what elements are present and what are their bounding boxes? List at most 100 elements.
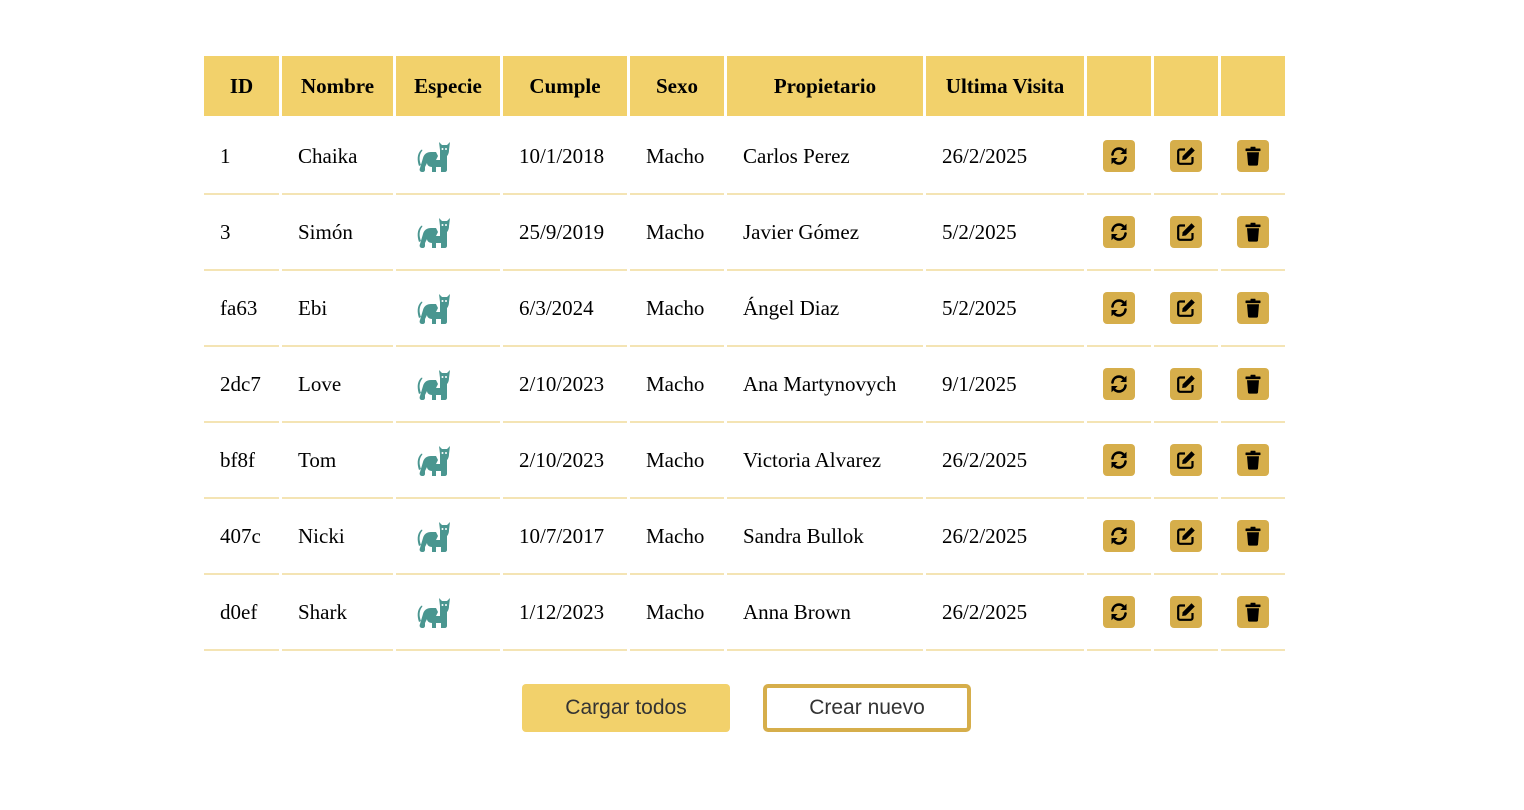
cell-ultima-visita: 26/2/2025 (926, 423, 1084, 499)
cell-action (1154, 271, 1218, 347)
edit-icon (1177, 603, 1195, 621)
cell-sexo: Macho (630, 271, 724, 347)
trash-icon (1245, 374, 1261, 394)
refresh-button[interactable] (1103, 596, 1135, 628)
header-action-delete (1221, 56, 1285, 119)
cell-action (1154, 347, 1218, 423)
cell-nombre: Shark (282, 575, 393, 651)
cell-propietario: Victoria Alvarez (727, 423, 923, 499)
refresh-button[interactable] (1103, 292, 1135, 324)
cell-cumple: 6/3/2024 (503, 271, 627, 347)
delete-button[interactable] (1237, 596, 1269, 628)
trash-icon (1245, 298, 1261, 318)
cell-action (1087, 347, 1151, 423)
delete-button[interactable] (1237, 520, 1269, 552)
cat-icon (414, 136, 500, 176)
header-ultima-visita: Ultima Visita (926, 56, 1084, 119)
edit-button[interactable] (1170, 292, 1202, 324)
cell-action (1221, 347, 1285, 423)
cell-ultima-visita: 26/2/2025 (926, 499, 1084, 575)
header-action-refresh (1087, 56, 1151, 119)
cat-icon (414, 288, 500, 328)
edit-icon (1177, 451, 1195, 469)
cat-icon (414, 440, 500, 480)
cell-id: 1 (204, 119, 279, 195)
cell-ultima-visita: 5/2/2025 (926, 271, 1084, 347)
cell-action (1221, 271, 1285, 347)
cell-action (1087, 271, 1151, 347)
refresh-button[interactable] (1103, 368, 1135, 400)
cat-icon (414, 516, 500, 556)
cell-sexo: Macho (630, 195, 724, 271)
cell-ultima-visita: 26/2/2025 (926, 119, 1084, 195)
delete-button[interactable] (1237, 368, 1269, 400)
cat-icon (414, 212, 500, 252)
header-nombre: Nombre (282, 56, 393, 119)
cell-ultima-visita: 26/2/2025 (926, 575, 1084, 651)
edit-icon (1177, 147, 1195, 165)
delete-button[interactable] (1237, 292, 1269, 324)
edit-button[interactable] (1170, 520, 1202, 552)
header-action-edit (1154, 56, 1218, 119)
table-row: fa63 Ebi 6/3/2024 Macho Ángel Diaz 5/2/2025 (204, 271, 1285, 347)
cell-nombre: Chaika (282, 119, 393, 195)
cell-especie (396, 423, 500, 499)
table-row: bf8f Tom 2/10/2023 Macho Victoria Alvarez 26/… (204, 423, 1285, 499)
delete-button[interactable] (1237, 140, 1269, 172)
delete-button[interactable] (1237, 216, 1269, 248)
table-row: d0ef Shark 1/12/2023 Macho Anna Brown 26/2/20… (204, 575, 1285, 651)
cell-action (1221, 575, 1285, 651)
pets-table: ID Nombre Especie Cumple Sexo Propietari… (201, 56, 1288, 651)
cell-propietario: Carlos Perez (727, 119, 923, 195)
cell-especie (396, 499, 500, 575)
cell-action (1221, 499, 1285, 575)
refresh-icon (1111, 527, 1127, 545)
cell-action (1154, 575, 1218, 651)
refresh-button[interactable] (1103, 520, 1135, 552)
cell-id: fa63 (204, 271, 279, 347)
refresh-button[interactable] (1103, 444, 1135, 476)
cell-nombre: Love (282, 347, 393, 423)
header-id: ID (204, 56, 279, 119)
cell-cumple: 10/1/2018 (503, 119, 627, 195)
cell-action (1087, 499, 1151, 575)
edit-button[interactable] (1170, 216, 1202, 248)
button-bar: Cargar todos Crear nuevo (522, 684, 982, 732)
edit-button[interactable] (1170, 368, 1202, 400)
cell-cumple: 2/10/2023 (503, 347, 627, 423)
cell-cumple: 10/7/2017 (503, 499, 627, 575)
cell-id: bf8f (204, 423, 279, 499)
cell-sexo: Macho (630, 347, 724, 423)
refresh-button[interactable] (1103, 216, 1135, 248)
cell-especie (396, 195, 500, 271)
cell-propietario: Javier Gómez (727, 195, 923, 271)
edit-button[interactable] (1170, 444, 1202, 476)
header-propietario: Propietario (727, 56, 923, 119)
edit-button[interactable] (1170, 596, 1202, 628)
refresh-button[interactable] (1103, 140, 1135, 172)
cell-cumple: 25/9/2019 (503, 195, 627, 271)
cell-nombre: Nicki (282, 499, 393, 575)
cell-propietario: Sandra Bullok (727, 499, 923, 575)
trash-icon (1245, 222, 1261, 242)
edit-icon (1177, 527, 1195, 545)
edit-button[interactable] (1170, 140, 1202, 172)
cell-cumple: 1/12/2023 (503, 575, 627, 651)
table-row: 1 Chaika 10/1/2018 Macho Carlos Perez 26/2/20… (204, 119, 1285, 195)
cell-action (1221, 423, 1285, 499)
cell-id: 3 (204, 195, 279, 271)
refresh-icon (1111, 451, 1127, 469)
trash-icon (1245, 146, 1261, 166)
cell-propietario: Anna Brown (727, 575, 923, 651)
load-all-button[interactable]: Cargar todos (522, 684, 730, 732)
trash-icon (1245, 450, 1261, 470)
cell-action (1154, 195, 1218, 271)
cell-id: 2dc7 (204, 347, 279, 423)
table-row: 2dc7 Love 2/10/2023 Macho Ana Martynovych 9/1… (204, 347, 1285, 423)
cell-cumple: 2/10/2023 (503, 423, 627, 499)
delete-button[interactable] (1237, 444, 1269, 476)
create-new-button[interactable]: Crear nuevo (763, 684, 971, 732)
cell-sexo: Macho (630, 499, 724, 575)
edit-icon (1177, 299, 1195, 317)
trash-icon (1245, 526, 1261, 546)
